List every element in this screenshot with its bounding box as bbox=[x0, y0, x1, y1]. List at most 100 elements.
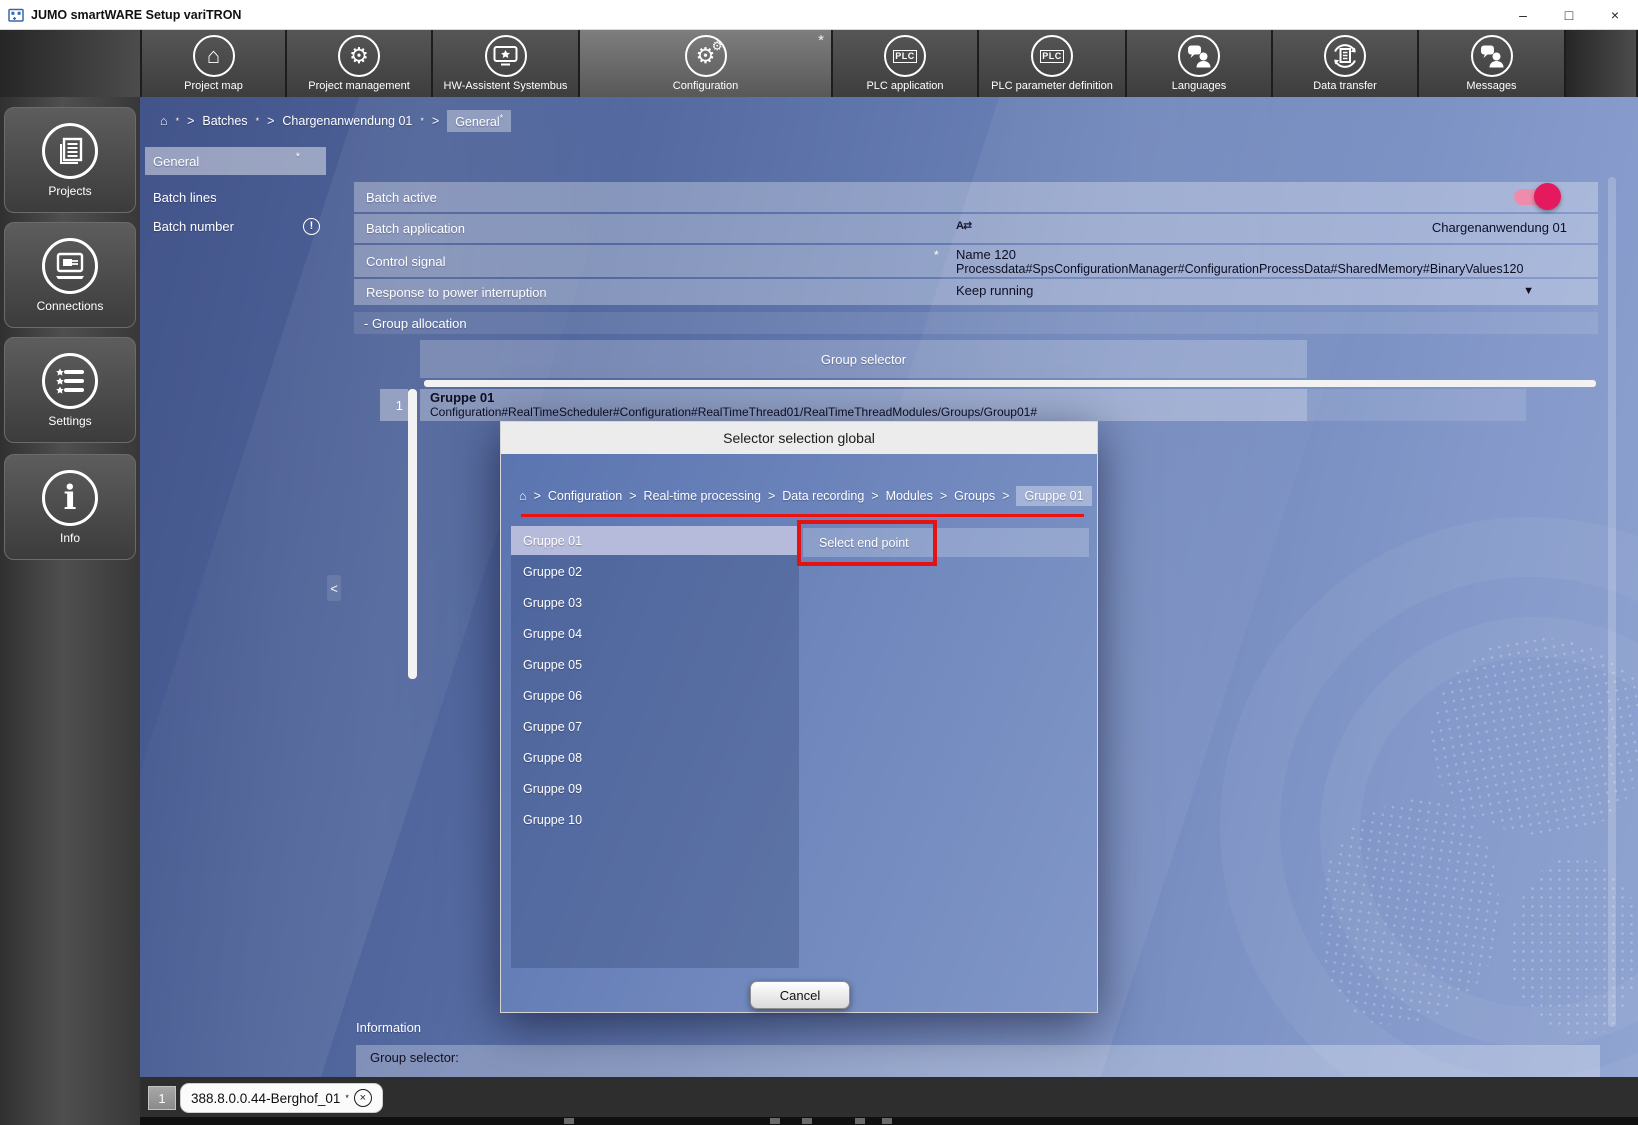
cancel-button[interactable]: Cancel bbox=[750, 981, 850, 1009]
breadcrumb-batches[interactable]: Batches bbox=[202, 114, 247, 128]
toolbar-messages[interactable]: Messages bbox=[1419, 30, 1566, 97]
main-scrollbar-track[interactable] bbox=[1608, 177, 1616, 1027]
list-item-gruppe-01[interactable]: Gruppe 01 bbox=[511, 526, 799, 555]
group-allocation-header[interactable]: - Group allocation bbox=[354, 312, 1598, 334]
sidebar-item-projects[interactable]: Projects bbox=[4, 107, 136, 213]
toolbar-spacer bbox=[0, 30, 142, 97]
toolbar-plc-application[interactable]: PLC PLC application bbox=[833, 30, 979, 97]
tab-close-icon[interactable]: × bbox=[354, 1089, 372, 1107]
taskbar-icon bbox=[564, 1118, 574, 1124]
subnav-batch-lines[interactable]: Batch lines bbox=[145, 183, 326, 211]
window-title: JUMO smartWARE Setup variTRON bbox=[31, 8, 241, 22]
breadcrumb-general[interactable]: General* bbox=[447, 110, 511, 132]
info-icon: i bbox=[42, 470, 98, 526]
app-icon bbox=[8, 7, 24, 23]
list-item-gruppe-04[interactable]: Gruppe 04 bbox=[511, 619, 799, 648]
taskbar-edge bbox=[140, 1117, 1638, 1125]
dropdown-arrow-icon[interactable]: ▼ bbox=[1523, 285, 1534, 297]
toggle-knob bbox=[1534, 183, 1561, 210]
minimize-button[interactable]: – bbox=[1500, 0, 1546, 30]
dialog-breadcrumb: ⌂ > Configuration > Real-time processing… bbox=[501, 478, 1097, 514]
list-item-gruppe-03[interactable]: Gruppe 03 bbox=[511, 588, 799, 617]
control-signal-path: Processdata#SpsConfigurationManager#Conf… bbox=[956, 262, 1523, 276]
toolbar-project-management[interactable]: ⚙ Project management bbox=[287, 30, 433, 97]
laptop-plug-icon bbox=[42, 238, 98, 294]
sidebar-item-connections[interactable]: Connections bbox=[4, 222, 136, 328]
dialog-title: Selector selection global bbox=[501, 422, 1097, 454]
world-map-dots bbox=[1510, 857, 1638, 1037]
annotation-red-rectangle bbox=[797, 520, 937, 566]
dialog-breadcrumb-data-recording[interactable]: Data recording bbox=[782, 489, 864, 503]
dialog-breadcrumb-realtime[interactable]: Real-time processing bbox=[644, 489, 761, 503]
group-row-path: Configuration#RealTimeScheduler#Configur… bbox=[430, 405, 1307, 419]
toolbar-plc-parameter-definition[interactable]: PLC PLC parameter definition bbox=[979, 30, 1127, 97]
monitor-star-icon bbox=[485, 35, 527, 77]
row-control-signal: Control signal * Name 120 Processdata#Sp… bbox=[354, 245, 1598, 277]
connection-tab[interactable]: 388.8.0.0.44-Berghof_01 * × bbox=[180, 1083, 383, 1113]
list-item-gruppe-09[interactable]: Gruppe 09 bbox=[511, 774, 799, 803]
vertical-scrollbar[interactable] bbox=[408, 389, 417, 679]
group-row[interactable]: Gruppe 01 Configuration#RealTimeSchedule… bbox=[420, 389, 1307, 421]
group-selector-column-header: Group selector bbox=[420, 340, 1307, 378]
batch-application-value[interactable]: Chargenanwendung 01 bbox=[1432, 220, 1567, 235]
taskbar-icon bbox=[882, 1118, 892, 1124]
left-sidebar: Projects Connections Settings i In bbox=[0, 97, 140, 1125]
background-globe-ring bbox=[1320, 617, 1638, 1047]
group-list: Gruppe 01 Gruppe 02 Gruppe 03 Gruppe 04 … bbox=[511, 526, 799, 968]
plc-sliders-icon: PLC bbox=[1031, 35, 1073, 77]
dialog-home-breadcrumb[interactable]: ⌂ bbox=[519, 489, 527, 503]
information-row: Group selector: bbox=[356, 1045, 1600, 1077]
subnav-general[interactable]: General * bbox=[145, 147, 326, 175]
toolbar-configuration[interactable]: * ⚙ ⚙ Configuration bbox=[580, 30, 833, 97]
breadcrumb: ⌂* > Batches* > Chargenanwendung 01* > G… bbox=[160, 110, 511, 132]
horizontal-scrollbar[interactable] bbox=[424, 380, 1596, 387]
list-item-gruppe-10[interactable]: Gruppe 10 bbox=[511, 805, 799, 834]
taskbar-icon bbox=[802, 1118, 812, 1124]
taskbar-icon bbox=[855, 1118, 865, 1124]
window-titlebar: JUMO smartWARE Setup variTRON – □ × bbox=[0, 0, 1638, 30]
sidebar-item-settings[interactable]: Settings bbox=[4, 337, 136, 443]
dialog-breadcrumb-gruppe01[interactable]: Gruppe 01 bbox=[1016, 486, 1091, 506]
toolbar-project-map[interactable]: ⌂ Project map bbox=[142, 30, 287, 97]
gears-icon: ⚙ ⚙ bbox=[685, 35, 727, 77]
dialog-breadcrumb-groups[interactable]: Groups bbox=[954, 489, 995, 503]
dialog-breadcrumb-modules[interactable]: Modules bbox=[886, 489, 933, 503]
main-content: ⌂* > Batches* > Chargenanwendung 01* > G… bbox=[140, 97, 1638, 1077]
translate-icon[interactable]: A⇄ bbox=[956, 219, 971, 232]
group-row-title: Gruppe 01 bbox=[430, 391, 1307, 405]
home-breadcrumb[interactable]: ⌂ bbox=[160, 114, 168, 128]
home-icon: ⌂ bbox=[193, 35, 235, 77]
batch-active-toggle[interactable] bbox=[1514, 189, 1558, 205]
world-map-dots bbox=[1305, 786, 1515, 1039]
sidebar-item-info[interactable]: i Info bbox=[4, 454, 136, 560]
subnav-batch-number[interactable]: Batch number ! bbox=[145, 212, 326, 240]
control-signal-name[interactable]: Name 120 bbox=[956, 247, 1016, 262]
maximize-button[interactable]: □ bbox=[1546, 0, 1592, 30]
list-item-gruppe-08[interactable]: Gruppe 08 bbox=[511, 743, 799, 772]
taskbar-icon bbox=[770, 1118, 780, 1124]
toolbar-spacer-right bbox=[1566, 30, 1638, 97]
list-item-gruppe-07[interactable]: Gruppe 07 bbox=[511, 712, 799, 741]
list-item-gruppe-06[interactable]: Gruppe 06 bbox=[511, 681, 799, 710]
row-power-interruption: Response to power interruption Keep runn… bbox=[354, 279, 1598, 305]
annotation-red-underline bbox=[521, 514, 1084, 517]
close-button[interactable]: × bbox=[1592, 0, 1638, 30]
collapse-panel-handle[interactable]: < bbox=[327, 575, 341, 601]
power-interruption-value[interactable]: Keep running bbox=[956, 283, 1033, 298]
selector-selection-dialog: Selector selection global ⌂ > Configurat… bbox=[500, 421, 1098, 1013]
group-row-number: 1 bbox=[380, 389, 408, 421]
toolbar-data-transfer[interactable]: Data transfer bbox=[1273, 30, 1419, 97]
list-item-gruppe-05[interactable]: Gruppe 05 bbox=[511, 650, 799, 679]
connection-bar: 1 388.8.0.0.44-Berghof_01 * × bbox=[140, 1077, 1638, 1125]
main-toolbar: ⌂ Project map ⚙ Project management HW-As… bbox=[0, 30, 1638, 97]
dialog-breadcrumb-configuration[interactable]: Configuration bbox=[548, 489, 622, 503]
list-item-gruppe-02[interactable]: Gruppe 02 bbox=[511, 557, 799, 586]
toolbar-hw-assistent[interactable]: HW-Assistent Systembus bbox=[433, 30, 580, 97]
breadcrumb-chargenanwendung[interactable]: Chargenanwendung 01 bbox=[282, 114, 412, 128]
documents-icon bbox=[42, 123, 98, 179]
row-batch-active: Batch active bbox=[354, 182, 1598, 212]
gear-icon: ⚙ bbox=[338, 35, 380, 77]
toolbar-languages[interactable]: Languages bbox=[1127, 30, 1273, 97]
message-bubble-icon bbox=[1471, 35, 1513, 77]
world-map-dots bbox=[1414, 619, 1638, 854]
